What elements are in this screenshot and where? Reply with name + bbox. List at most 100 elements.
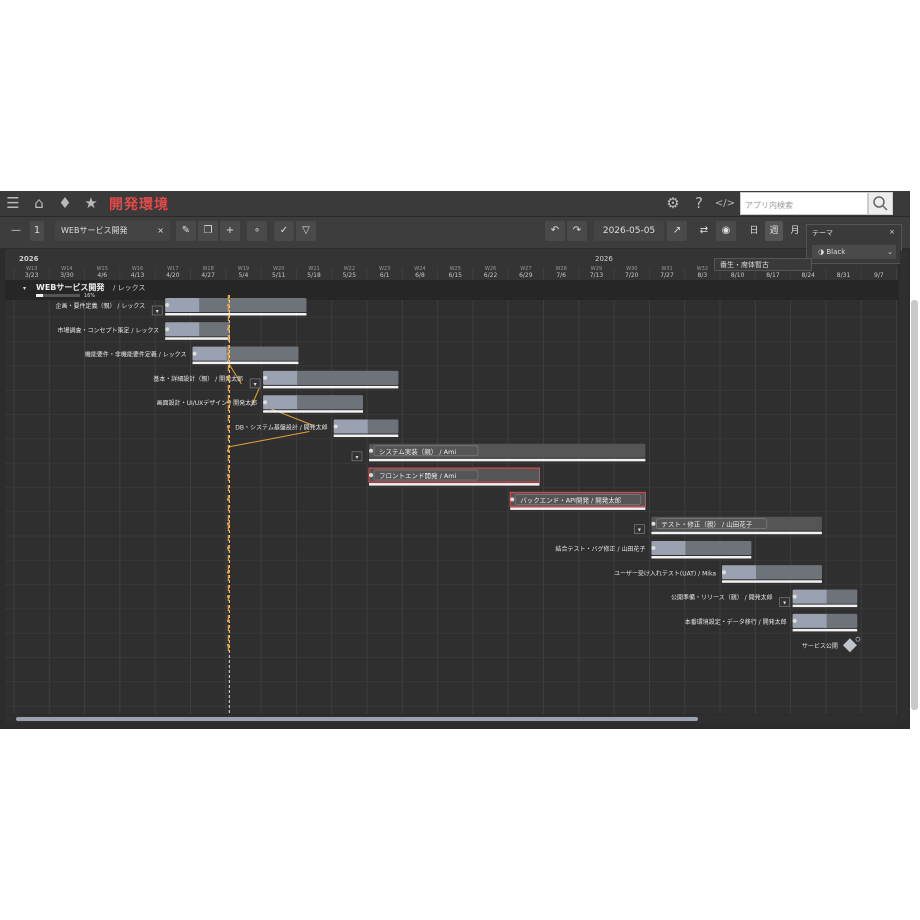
filter-icon[interactable]: ▽ xyxy=(296,221,316,241)
task-remaining xyxy=(199,298,307,312)
toolbar: — 1 WEBサービス開発 × ✎ ❐ + ∘ ✓ ▽ ↶ ↷ 2026-05-… xyxy=(0,216,910,248)
chevron-down-icon: ▾ xyxy=(254,381,257,388)
baseline-bar xyxy=(792,604,858,608)
week-date: 3/23 xyxy=(25,272,39,279)
baseline-label: 番生・席体暫古 xyxy=(720,261,769,269)
redo-icon[interactable]: ↷ xyxy=(567,221,587,241)
clear-project-icon[interactable]: × xyxy=(157,221,164,241)
week-date: 7/27 xyxy=(660,272,674,279)
chevron-down-icon: ▾ xyxy=(355,454,358,461)
link-handle[interactable] xyxy=(263,400,268,405)
search-input[interactable]: アプリ内検索 xyxy=(740,192,868,215)
link-handle[interactable] xyxy=(192,351,197,356)
task-label: システム実装（親） / Ami xyxy=(379,447,456,456)
link-handle[interactable] xyxy=(510,497,515,502)
week-date: 6/1 xyxy=(380,272,390,279)
link-handle[interactable] xyxy=(165,303,170,307)
week-date: 5/18 xyxy=(307,272,321,279)
link-handle[interactable] xyxy=(722,570,726,575)
baseline-bar xyxy=(651,556,752,559)
chevron-down-icon: ⌄ xyxy=(887,248,893,256)
chevron-down-icon: ▾ xyxy=(783,600,786,607)
week-date: 6/22 xyxy=(484,272,498,279)
week-date: 7/6 xyxy=(556,272,566,279)
copy-icon[interactable]: ❐ xyxy=(198,221,218,241)
scale-week[interactable]: 週 xyxy=(765,221,783,241)
week-date: 3/30 xyxy=(60,272,74,279)
task-remaining xyxy=(826,613,858,628)
gantt-chart: 2026 2026 W13 3/23 W14 3/30 W15 4/6 W16 4/13 W17 4/… xyxy=(5,249,898,714)
task-label: ユーザー受け入れテスト(UAT) / Mika xyxy=(614,569,716,577)
task-label: 画面設計・UI/UXデザイン / 開発太郎 xyxy=(157,399,258,407)
baseline-bar xyxy=(722,580,822,583)
task-label: フロントエンド開発 / Ami xyxy=(379,471,457,480)
theme-select[interactable]: ◑ Black ⌄ xyxy=(812,245,896,259)
dependency-point xyxy=(226,570,230,574)
task-label: DB・システム基盤設計 / 開発太郎 xyxy=(235,424,327,432)
dependency-point xyxy=(226,522,230,526)
week-date: 5/25 xyxy=(343,272,357,279)
dependency-point xyxy=(226,619,230,623)
undo-icon[interactable]: ↶ xyxy=(545,221,565,241)
week-date: 8/24 xyxy=(802,272,816,279)
link-handle[interactable] xyxy=(651,521,656,526)
horizontal-scrollbar[interactable] xyxy=(16,717,698,721)
link-handle[interactable] xyxy=(165,327,170,332)
close-icon[interactable]: × xyxy=(889,228,895,236)
project-selector[interactable]: WEBサービス開発 × xyxy=(55,221,170,241)
baseline-bar xyxy=(510,507,646,510)
task-remaining xyxy=(685,541,752,555)
week-date: 4/27 xyxy=(201,272,215,279)
link-handle[interactable] xyxy=(369,448,373,453)
search-button[interactable] xyxy=(868,192,893,215)
link-handle[interactable] xyxy=(651,546,656,550)
baseline-popup: 番生・席体暫古 xyxy=(714,258,812,271)
check-icon[interactable]: ✓ xyxy=(274,221,294,241)
share-icon[interactable]: ∘ xyxy=(247,221,267,241)
link-handle[interactable] xyxy=(369,473,373,478)
scale-month[interactable]: 月 xyxy=(786,221,804,241)
scale-day[interactable]: 日 xyxy=(745,221,763,241)
link-handle[interactable] xyxy=(792,618,797,623)
week-date: 8/17 xyxy=(766,272,780,279)
dependency-point xyxy=(226,400,230,404)
expand-icon: ▾ xyxy=(23,285,26,292)
bell-icon[interactable]: ♦ xyxy=(54,191,76,216)
current-date[interactable]: 2026-05-05 xyxy=(594,221,664,241)
vertical-scrollbar-track[interactable] xyxy=(900,251,908,721)
week-date: 4/20 xyxy=(166,272,180,279)
baseline-bar xyxy=(165,313,307,316)
week-date: 6/29 xyxy=(519,272,533,279)
task-label: 結合テスト・バグ修正 / 山田花子 xyxy=(556,545,646,553)
vertical-scrollbar[interactable] xyxy=(911,300,918,710)
level-button[interactable]: 1 xyxy=(30,221,44,241)
project-progress-fill xyxy=(36,294,44,297)
task-label: 機能要件・非機能要件定義 / レックス xyxy=(85,351,187,359)
baseline-bar xyxy=(651,531,822,535)
project-name: WEBサービス開発 xyxy=(36,282,105,292)
eye-icon[interactable]: ◉ xyxy=(716,221,736,241)
compare-icon[interactable]: ⇄ xyxy=(694,221,714,241)
dependency-point xyxy=(226,352,230,355)
star-icon[interactable]: ★ xyxy=(80,191,102,216)
help-icon[interactable]: ? xyxy=(688,191,710,216)
baseline-bar xyxy=(369,458,646,462)
baseline-bar xyxy=(192,361,299,365)
home-icon[interactable]: ⌂ xyxy=(28,191,50,216)
gear-icon[interactable]: ⚙ xyxy=(662,191,684,216)
code-icon[interactable]: </> xyxy=(714,191,736,216)
baseline-bar xyxy=(333,434,399,437)
week-date: 8/10 xyxy=(731,272,745,279)
collapse-button[interactable]: — xyxy=(6,221,26,241)
add-task-button[interactable]: + xyxy=(220,221,240,241)
top-bar: ☰ ⌂ ♦ ★ 開発環境 ⚙ ? </> アプリ内検索 xyxy=(0,191,910,216)
link-handle[interactable] xyxy=(333,424,338,429)
link-handle[interactable] xyxy=(263,375,268,380)
dependency-point xyxy=(226,449,230,453)
dependency-point xyxy=(226,425,230,428)
trend-icon[interactable]: ↗ xyxy=(667,221,687,241)
link-handle[interactable] xyxy=(792,594,797,599)
week-date: 5/11 xyxy=(272,272,286,279)
edit-icon[interactable]: ✎ xyxy=(176,221,196,241)
menu-icon[interactable]: ☰ xyxy=(2,191,24,216)
